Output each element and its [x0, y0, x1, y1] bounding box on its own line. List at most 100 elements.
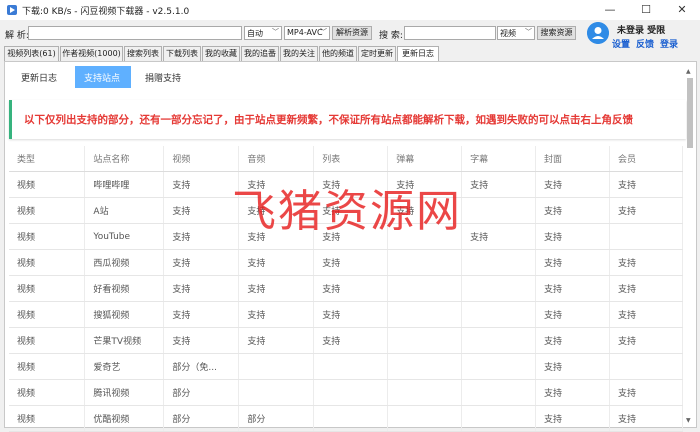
table-cell: 芒果TV视频 [84, 327, 165, 354]
table-cell [387, 301, 463, 328]
table-row[interactable]: 视频 芒果TV视频 支持 支持 支持 支持 支持 [9, 327, 684, 354]
scroll-down-icon[interactable]: ▼ [686, 417, 691, 424]
table-row[interactable]: 视频 A站 支持 支持 支持 支持 支持 支持 [9, 197, 684, 224]
table-row[interactable]: 视频 爱奇艺 部分（免... 支持 [9, 353, 684, 380]
chevron-down-icon: ﹀ [320, 28, 327, 36]
table-cell: 西瓜视频 [84, 249, 165, 276]
table-cell: 部分（免... [163, 353, 240, 380]
table-cell: 哔哩哔哩 [84, 171, 165, 198]
table-cell [313, 379, 389, 406]
table-cell [461, 249, 537, 276]
subtab-supported-sites[interactable]: 支持站点 [84, 71, 120, 84]
column-header-audio: 音频 [238, 146, 315, 172]
table-cell: 支持 [609, 197, 684, 224]
table-cell: YouTube [84, 223, 165, 250]
tab-following-series[interactable]: 我的追番 [241, 46, 279, 62]
table-cell [461, 327, 537, 354]
column-header-subtitle: 字幕 [461, 146, 537, 172]
table-cell: 支持 [535, 223, 610, 250]
table-cell: 视频 [9, 171, 86, 198]
subtab-donate[interactable]: 捐赠支持 [145, 71, 181, 84]
table-cell: 支持 [313, 171, 389, 198]
subtab-changelog[interactable]: 更新日志 [21, 71, 57, 84]
avatar-icon[interactable] [587, 22, 609, 44]
table-cell: 视频 [9, 249, 86, 276]
table-cell: 支持 [535, 171, 610, 198]
tab-changelog[interactable]: 更新日志 [397, 46, 439, 62]
scroll-up-icon[interactable]: ▲ [686, 68, 691, 75]
tab-author-videos[interactable]: 作者视频(1000) [60, 46, 123, 62]
tab-video-list[interactable]: 视频列表(61) [4, 46, 59, 62]
table-row[interactable]: 视频 腾讯视频 部分 支持 支持 [9, 379, 684, 406]
quality-select[interactable]: 自动 ﹀ [244, 26, 282, 40]
minimize-button[interactable]: — [592, 0, 628, 20]
table-cell: 爱奇艺 [84, 353, 165, 380]
parse-label: 解 析: [5, 31, 29, 41]
table-row[interactable]: 视频 YouTube 支持 支持 支持 支持 支持 [9, 223, 684, 250]
search-source-select[interactable]: 视频 ﹀ [497, 26, 535, 40]
table-cell: 支持 [535, 301, 610, 328]
table-cell: 支持 [163, 327, 240, 354]
table-cell: 支持 [238, 275, 315, 302]
login-link[interactable]: 登录 [660, 37, 678, 50]
tab-my-following[interactable]: 我的关注 [280, 46, 318, 62]
table-row[interactable]: 视频 搜狐视频 支持 支持 支持 支持 支持 [9, 301, 684, 328]
table-cell: 支持 [461, 171, 537, 198]
format-select[interactable]: MP4-AVC ﹀ [284, 26, 330, 40]
chevron-down-icon: ﹀ [272, 28, 279, 36]
table-cell: 支持 [313, 275, 389, 302]
table-cell: 支持 [313, 223, 389, 250]
notice-text: 以下仅列出支持的部分，还有一部分忘记了，由于站点更新频繁，不保证所有站点都能解析… [24, 114, 633, 126]
search-button[interactable]: 搜索资源 [537, 26, 576, 40]
table-cell: A站 [84, 197, 165, 224]
close-button[interactable]: ✕ [664, 0, 700, 20]
table-cell [461, 353, 537, 380]
table-cell [387, 379, 463, 406]
table-cell: 支持 [609, 275, 684, 302]
table-cell: 支持 [535, 353, 610, 380]
tab-search-list[interactable]: 搜索列表 [124, 46, 162, 62]
table-cell: 支持 [313, 197, 389, 224]
column-header-cover: 封面 [535, 146, 610, 172]
table-cell: 支持 [387, 197, 463, 224]
table-cell [461, 275, 537, 302]
table-cell: 视频 [9, 379, 86, 406]
parse-button[interactable]: 解析资源 [332, 26, 372, 40]
table-cell: 支持 [609, 379, 684, 406]
tab-download-list[interactable]: 下载列表 [163, 46, 201, 62]
user-status: 未登录 受限 [617, 23, 665, 36]
table-cell [461, 301, 537, 328]
table-header-row: 类型 站点名称 视频 音频 列表 弹幕 字幕 封面 会员 [9, 146, 684, 172]
column-header-danmaku: 弹幕 [387, 146, 463, 172]
tab-their-channel[interactable]: 他的频道 [319, 46, 357, 62]
table-cell: 支持 [535, 327, 610, 354]
table-cell [387, 223, 463, 250]
supported-sites-table: 类型 站点名称 视频 音频 列表 弹幕 字幕 封面 会员 视频 哔哩哔哩 支持 支持支… [9, 146, 684, 432]
column-header-member: 会员 [609, 146, 684, 172]
vertical-scrollbar[interactable]: ▲ ▼ [686, 68, 694, 424]
table-row[interactable]: 视频 西瓜视频 支持 支持 支持 支持 支持 [9, 249, 684, 276]
table-row[interactable]: 视频 哔哩哔哩 支持 支持 支持 支持 支持 支持 支持 [9, 171, 684, 198]
table-cell: 视频 [9, 223, 86, 250]
settings-link[interactable]: 设置 [612, 37, 630, 50]
table-cell: 腾讯视频 [84, 379, 165, 406]
table-cell [313, 353, 389, 380]
table-cell: 支持 [238, 171, 315, 198]
table-cell: 支持 [163, 197, 240, 224]
table-cell: 支持 [238, 301, 315, 328]
table-cell: 支持 [238, 223, 315, 250]
chevron-down-icon: ﹀ [525, 28, 532, 36]
table-cell: 支持 [313, 301, 389, 328]
table-cell: 支持 [609, 249, 684, 276]
tab-favorites[interactable]: 我的收藏 [202, 46, 240, 62]
table-cell: 视频 [9, 327, 86, 354]
feedback-link[interactable]: 反馈 [636, 37, 654, 50]
parse-url-input[interactable] [28, 26, 242, 40]
tab-scheduled-update[interactable]: 定时更新 [358, 46, 396, 62]
maximize-button[interactable]: ☐ [628, 0, 664, 20]
scroll-thumb[interactable] [687, 78, 693, 148]
table-row[interactable]: 视频 好看视频 支持 支持 支持 支持 支持 [9, 275, 684, 302]
table-cell [461, 197, 537, 224]
table-cell: 视频 [9, 197, 86, 224]
search-input[interactable] [404, 26, 496, 40]
